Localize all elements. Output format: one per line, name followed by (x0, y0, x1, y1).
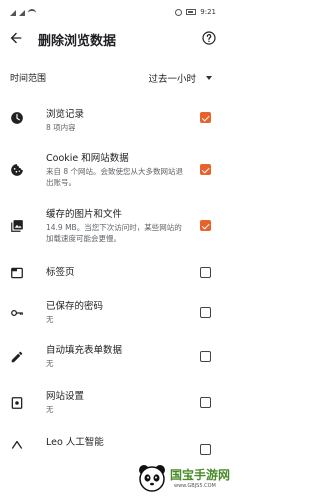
item-title: 标签页 (46, 267, 75, 278)
key-icon (11, 310, 23, 316)
item-title: 缓存的图片和文件 (46, 209, 123, 220)
tabs-row[interactable]: 标签页 (0, 264, 226, 282)
leo-ai-text: Leo 人工智能 (46, 436, 186, 449)
clock-icon (11, 112, 23, 124)
cookie-icon (11, 164, 23, 176)
tab-icon (11, 267, 23, 279)
cookies-text: Cookie 和网站数据 来自 8 个网站。会致使您从大多数网站退出账号。 (46, 152, 186, 188)
site-settings-checkbox[interactable] (200, 397, 211, 408)
leo-ai-icon (11, 440, 23, 449)
panda-logo-icon (139, 465, 165, 492)
cache-row[interactable]: 缓存的图片和文件 14.9 MB。当您下次访问时，某些网站的加载速度可能会更慢。 (0, 208, 226, 248)
status-left (10, 9, 36, 17)
browsing-history-row[interactable]: 浏览记录 8 项内容 (0, 108, 226, 138)
passwords-row[interactable]: 已保存的密码 无 (0, 300, 226, 328)
help-icon[interactable] (201, 30, 217, 46)
time-range-label: 时间范围 (10, 74, 47, 84)
cache-checkbox[interactable] (200, 220, 211, 231)
browsing-history-checkbox[interactable] (200, 112, 211, 123)
site-settings-row[interactable]: 网站设置 无 (0, 390, 226, 418)
item-desc: 14.9 MB。当您下次访问时，某些网站的加载速度可能会更慢。 (46, 223, 182, 243)
leo-ai-row[interactable]: Leo 人工智能 (0, 436, 226, 455)
pencil-icon (11, 351, 23, 363)
signal-icon (10, 10, 16, 16)
autofill-text: 自动填充表单数据 无 (46, 344, 186, 369)
back-arrow-icon[interactable] (8, 30, 24, 46)
status-time: 9:21 (200, 8, 216, 16)
cookies-checkbox[interactable] (200, 164, 211, 175)
status-bar: 9:21 (0, 0, 226, 28)
item-title: Cookie 和网站数据 (46, 153, 129, 164)
tabs-checkbox[interactable] (200, 267, 211, 278)
status-right: 9:21 (175, 8, 216, 16)
watermark: 国宝手游网 www.GBJS5.COM (136, 462, 230, 496)
item-desc: 无 (46, 315, 54, 324)
item-desc: 来自 8 个网站。会致使您从大多数网站退出账号。 (46, 167, 184, 187)
battery-icon (186, 9, 197, 15)
watermark-text: 国宝手游网 (170, 468, 231, 482)
item-desc: 8 项内容 (46, 123, 76, 132)
leo-ai-checkbox[interactable] (200, 444, 211, 455)
tabs-text: 标签页 (46, 266, 186, 279)
item-title: 自动填充表单数据 (46, 345, 123, 356)
autofill-checkbox[interactable] (200, 351, 211, 362)
dropdown-caret-icon (206, 76, 212, 80)
time-range-dropdown[interactable]: 过去一小时 (148, 68, 212, 88)
app-bar: 删除浏览数据 (0, 28, 226, 52)
item-desc: 无 (46, 405, 54, 414)
wifi-icon (28, 9, 36, 17)
passwords-text: 已保存的密码 无 (46, 300, 186, 325)
item-title: 网站设置 (46, 391, 85, 402)
watermark-url: www.GBJS5.COM (174, 483, 216, 489)
image-icon (11, 220, 23, 232)
site-settings-text: 网站设置 无 (46, 390, 186, 415)
item-title: 浏览记录 (46, 109, 85, 120)
browsing-history-text: 浏览记录 8 项内容 (46, 108, 186, 133)
time-range-row: 时间范围 过去一小时 (0, 68, 226, 88)
alarm-icon (175, 8, 183, 16)
time-range-value: 过去一小时 (148, 74, 196, 85)
item-desc: 无 (46, 359, 54, 368)
signal-icon-2 (19, 10, 25, 16)
cookies-row[interactable]: Cookie 和网站数据 来自 8 个网站。会致使您从大多数网站退出账号。 (0, 152, 226, 192)
item-title: Leo 人工智能 (46, 437, 104, 448)
page-title: 删除浏览数据 (38, 34, 117, 49)
item-title: 已保存的密码 (46, 301, 104, 312)
site-settings-icon (11, 397, 23, 409)
passwords-checkbox[interactable] (200, 307, 211, 318)
autofill-row[interactable]: 自动填充表单数据 无 (0, 344, 226, 372)
cache-text: 缓存的图片和文件 14.9 MB。当您下次访问时，某些网站的加载速度可能会更慢。 (46, 208, 186, 244)
